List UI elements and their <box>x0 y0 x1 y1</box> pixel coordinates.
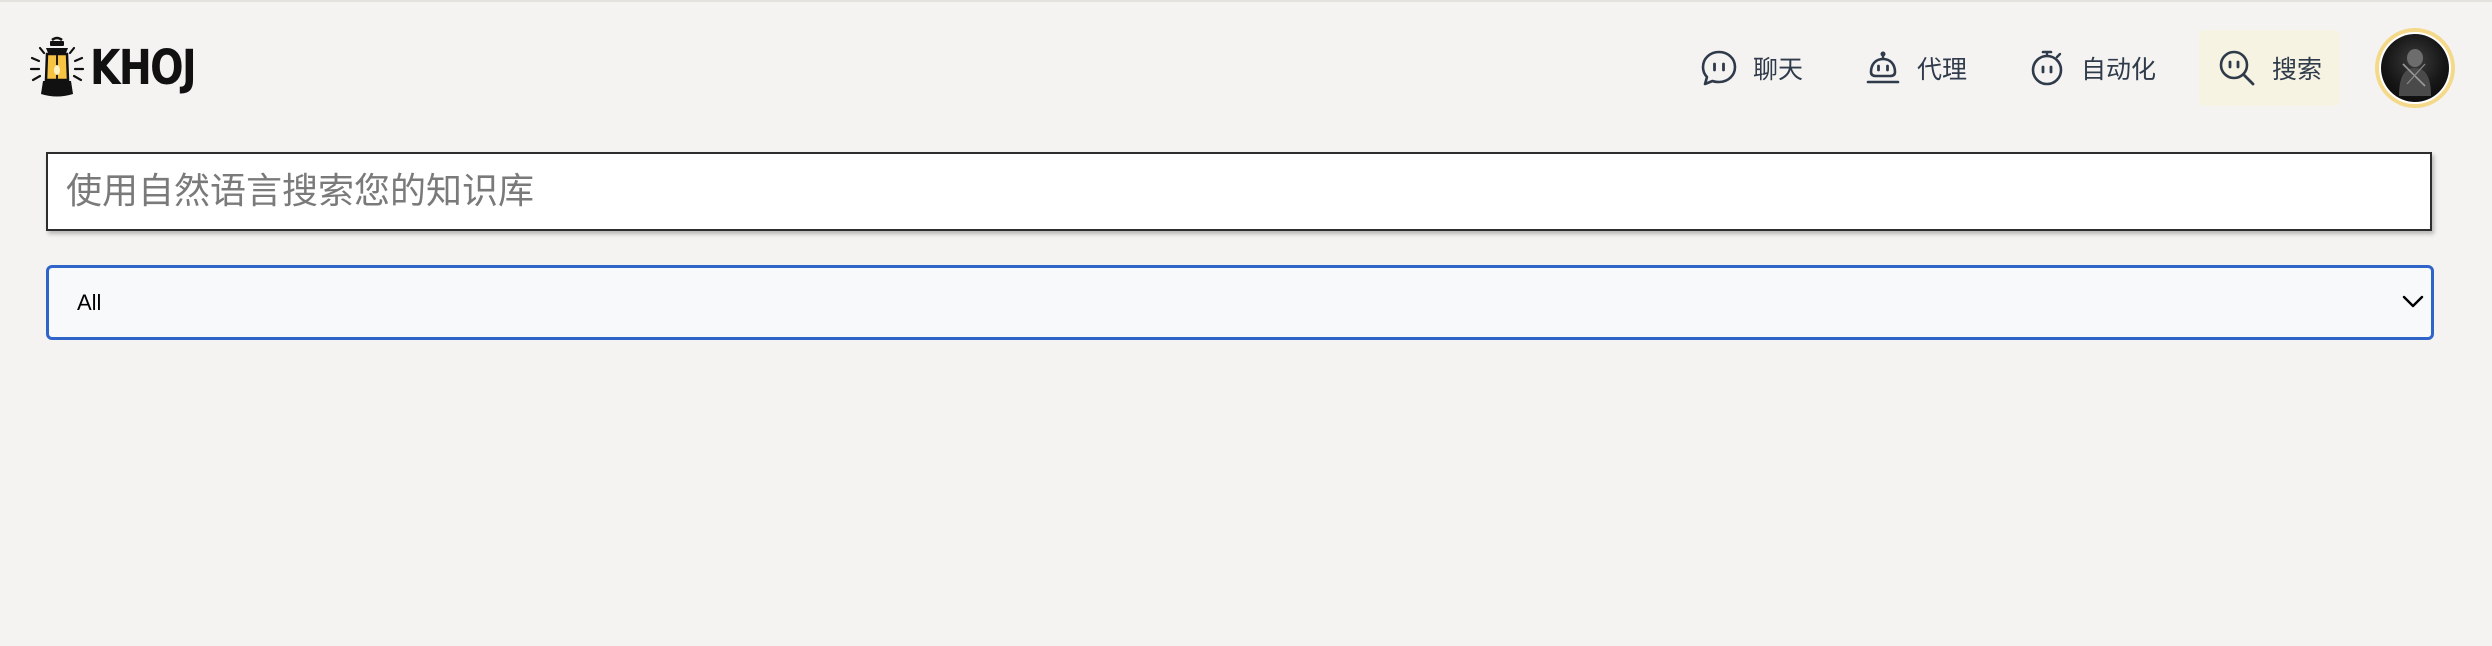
avatar-image <box>2381 34 2449 102</box>
stopwatch-icon <box>2031 50 2063 86</box>
logo-text: KHOJ <box>90 40 197 96</box>
nav-item-automations[interactable]: 自动化 <box>2010 30 2174 106</box>
nav-item-search[interactable]: 搜索 <box>2198 30 2340 106</box>
nav-item-agents[interactable]: 代理 <box>1846 30 1985 106</box>
chat-bubble-icon <box>1701 50 1737 86</box>
nav-label-chat: 聊天 <box>1752 56 1803 84</box>
robot-icon <box>1866 51 1900 84</box>
nav-label-agents: 代理 <box>1916 56 1967 84</box>
user-avatar[interactable] <box>2375 28 2455 108</box>
header: KHOJ 聊天 代理 自动化 搜索 <box>0 2 2492 132</box>
chevron-down-icon <box>2402 295 2424 308</box>
content-type-select[interactable]: All <box>46 265 2434 340</box>
search-input[interactable] <box>46 152 2432 231</box>
nav-label-automations: 自动化 <box>2080 56 2156 84</box>
nav-item-chat[interactable]: 聊天 <box>1682 30 1821 106</box>
nav-label-search: 搜索 <box>2271 56 2322 84</box>
main-nav: 聊天 代理 自动化 搜索 <box>1682 28 2492 108</box>
khoj-logo[interactable]: KHOJ <box>28 32 218 104</box>
avatar-figure-icon <box>2399 49 2431 96</box>
lantern-icon <box>29 36 85 97</box>
select-selected-value: All <box>77 289 102 315</box>
search-face-icon <box>2219 50 2255 86</box>
